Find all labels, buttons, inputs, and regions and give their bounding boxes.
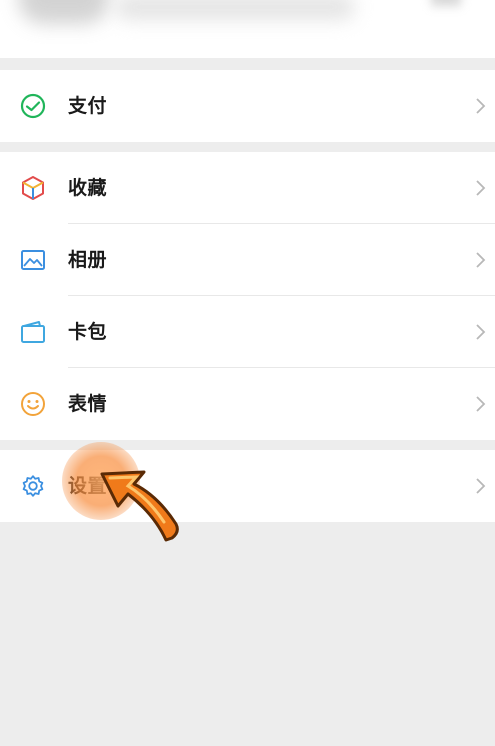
menu-item-album[interactable]: 相册 [0,224,495,296]
smiley-icon [19,390,47,418]
pay-icon [19,92,47,120]
pay-group: 支付 [0,70,495,142]
gear-icon [19,472,47,500]
menu-item-cards[interactable]: 卡包 [0,296,495,368]
menu-item-stickers[interactable]: 表情 [0,368,495,440]
menu-item-label: 表情 [68,393,108,415]
chevron-right-icon [475,97,487,115]
menu-item-pay[interactable]: 支付 [0,70,495,142]
profile-name-blurred [115,0,355,20]
menu-item-label: 支付 [68,95,108,117]
chevron-right-icon [475,477,487,495]
chevron-right-icon [475,395,487,413]
pointer-arrow-icon [96,466,186,546]
chevron-right-icon [475,179,487,197]
menu-item-label: 相册 [68,249,108,271]
chevron-right-icon [475,251,487,269]
album-picture-icon [19,246,47,274]
menu-item-label: 收藏 [68,177,108,199]
favorites-cube-icon [19,174,47,202]
qr-code-icon [431,0,461,6]
main-menu-group: 收藏 相册 卡包 表情 [0,152,495,440]
card-wallet-icon [19,318,47,346]
profile-header[interactable] [0,0,495,58]
chevron-right-icon [475,323,487,341]
menu-item-label: 卡包 [68,321,108,343]
menu-item-favorites[interactable]: 收藏 [0,152,495,224]
avatar [18,0,110,24]
